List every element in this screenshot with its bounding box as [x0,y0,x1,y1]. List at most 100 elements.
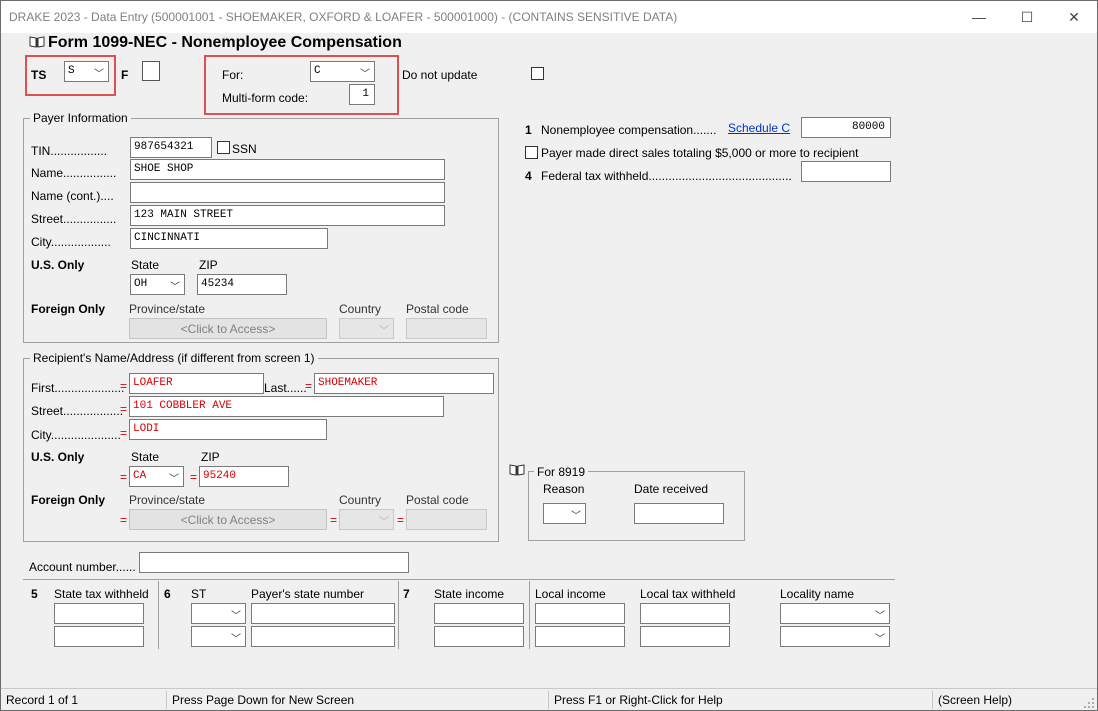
payer-country-label: Country [339,302,382,316]
box5-number: 5 [31,587,38,601]
account-number-label: Account number...... [29,560,136,574]
payer-province-access-button[interactable]: <Click to Access> [129,318,327,339]
maximize-button[interactable]: ☐ [1004,1,1050,33]
state-income-header: State income [434,587,505,601]
payer-postal-input[interactable] [406,318,487,339]
ts-label: TS [31,68,47,82]
status-bar: Record 1 of 1 Press Page Down for New Sc… [1,688,1097,710]
box1-label: Nonemployee compensation....... [541,123,717,137]
local-income-input[interactable] [535,626,625,647]
payer-tin-input[interactable]: 987654321 [130,137,212,158]
payer-state-value: OH [134,278,148,290]
payer-street-input[interactable]: 123 MAIN STREET [130,205,445,226]
eq-marker: = [120,513,128,527]
f8919-date-input[interactable] [634,503,724,524]
for-select[interactable]: C ﹀ [310,61,375,82]
state-tax-withheld-input[interactable] [54,603,144,624]
f8919-reason-select[interactable]: ﹀ [543,503,586,524]
schedule-c-link[interactable]: Schedule C [728,121,790,135]
ssn-checkbox[interactable] [217,141,230,154]
payer-state-number-input[interactable] [251,603,395,624]
recipient-group-title: Recipient's Name/Address (if different f… [30,351,318,365]
box7-number: 7 [403,587,410,601]
recipient-first-label: First..................... [31,381,125,395]
recipient-country-label: Country [339,493,382,507]
data-entry-window: DRAKE 2023 - Data Entry (500001001 - SHO… [0,0,1098,711]
title-bar: DRAKE 2023 - Data Entry (500001001 - SHO… [1,1,1097,33]
payer-postal-label: Postal code [406,302,469,316]
multiform-input[interactable]: 1 [349,84,375,105]
payer-name-input[interactable]: SHOE SHOP [130,159,445,180]
st-select[interactable]: ﹀ [191,603,246,624]
eq-marker: = [330,513,338,527]
payer-state-number-input[interactable] [251,626,395,647]
local-tax-withheld-input[interactable] [640,626,730,647]
chevron-down-icon: ﹀ [379,326,389,337]
locality-name-select[interactable]: ﹀ [780,603,890,624]
state-table-divider [158,581,159,649]
payer-state-select[interactable]: OH ﹀ [130,274,185,295]
account-number-input[interactable] [139,552,409,573]
locality-name-select[interactable]: ﹀ [780,626,890,647]
st-select[interactable]: ﹀ [191,626,246,647]
f8919-date-label: Date received [634,482,709,496]
chevron-down-icon: ﹀ [169,474,179,485]
eq-marker: = [190,470,198,484]
payer-name-cont-input[interactable] [130,182,445,203]
payer-state-number-header: Payer's state number [251,587,365,601]
direct-sales-checkbox[interactable] [525,146,538,159]
recipient-city-input[interactable]: LODI [129,419,327,440]
recipient-province-access-button[interactable]: <Click to Access> [129,509,327,530]
payer-tin-label: TIN................. [31,144,108,158]
recipient-state-select[interactable]: CA ﹀ [129,466,184,487]
ts-select[interactable]: S ﹀ [64,61,109,82]
box4-label: Federal tax withheld....................… [541,169,792,183]
state-tax-withheld-input[interactable] [54,626,144,647]
payer-country-select[interactable]: ﹀ [339,318,394,339]
payer-name-label: Name................ [31,166,117,180]
recipient-country-select[interactable]: ﹀ [339,509,394,530]
chevron-down-icon: ﹀ [231,611,241,622]
recipient-postal-input[interactable] [406,509,487,530]
eq-marker: = [120,470,128,484]
eq-marker: = [305,379,313,393]
do-not-update-checkbox[interactable] [531,67,544,80]
payer-name-cont-label: Name (cont.).... [31,189,114,203]
box4-federal-tax-input[interactable] [801,161,891,182]
payer-zip-input[interactable]: 45234 [197,274,287,295]
chevron-down-icon: ﹀ [571,511,581,522]
local-tax-withheld-input[interactable] [640,603,730,624]
recipient-first-input[interactable]: LOAFER [129,373,264,394]
box1-number: 1 [525,123,532,137]
ts-value: S [68,65,75,77]
screen-help-button[interactable]: (Screen Help) [938,693,1012,707]
status-record: Record 1 of 1 [6,693,79,707]
recipient-province-label: Province/state [129,493,206,507]
payer-zip-label: ZIP [199,258,218,272]
minimize-button[interactable]: — [956,1,1002,33]
recipient-zip-input[interactable]: 95240 [199,466,289,487]
recipient-street-input[interactable]: 101 COBBLER AVE [129,396,444,417]
state-income-input[interactable] [434,603,524,624]
local-income-input[interactable] [535,603,625,624]
book-icon[interactable] [29,36,45,48]
close-button[interactable]: ✕ [1051,1,1097,33]
status-separator [932,691,933,709]
recipient-last-input[interactable]: SHOEMAKER [314,373,494,394]
resize-grip-icon[interactable] [1083,697,1095,709]
eq-marker: = [120,426,128,440]
window-title: DRAKE 2023 - Data Entry (500001001 - SHO… [9,10,678,24]
f-field[interactable] [142,61,160,81]
recipient-us-only-label: U.S. Only [31,450,85,464]
f-label: F [121,68,129,82]
for-value: C [314,65,321,77]
payer-city-input[interactable]: CINCINNATI [130,228,328,249]
ssn-label: SSN [232,142,257,156]
state-income-input[interactable] [434,626,524,647]
status-separator [166,691,167,709]
chevron-down-icon: ﹀ [875,611,885,622]
box1-compensation-input[interactable]: 80000 [801,117,891,138]
payer-us-only-label: U.S. Only [31,258,85,272]
book-icon[interactable] [509,464,525,476]
chevron-down-icon: ﹀ [875,634,885,645]
